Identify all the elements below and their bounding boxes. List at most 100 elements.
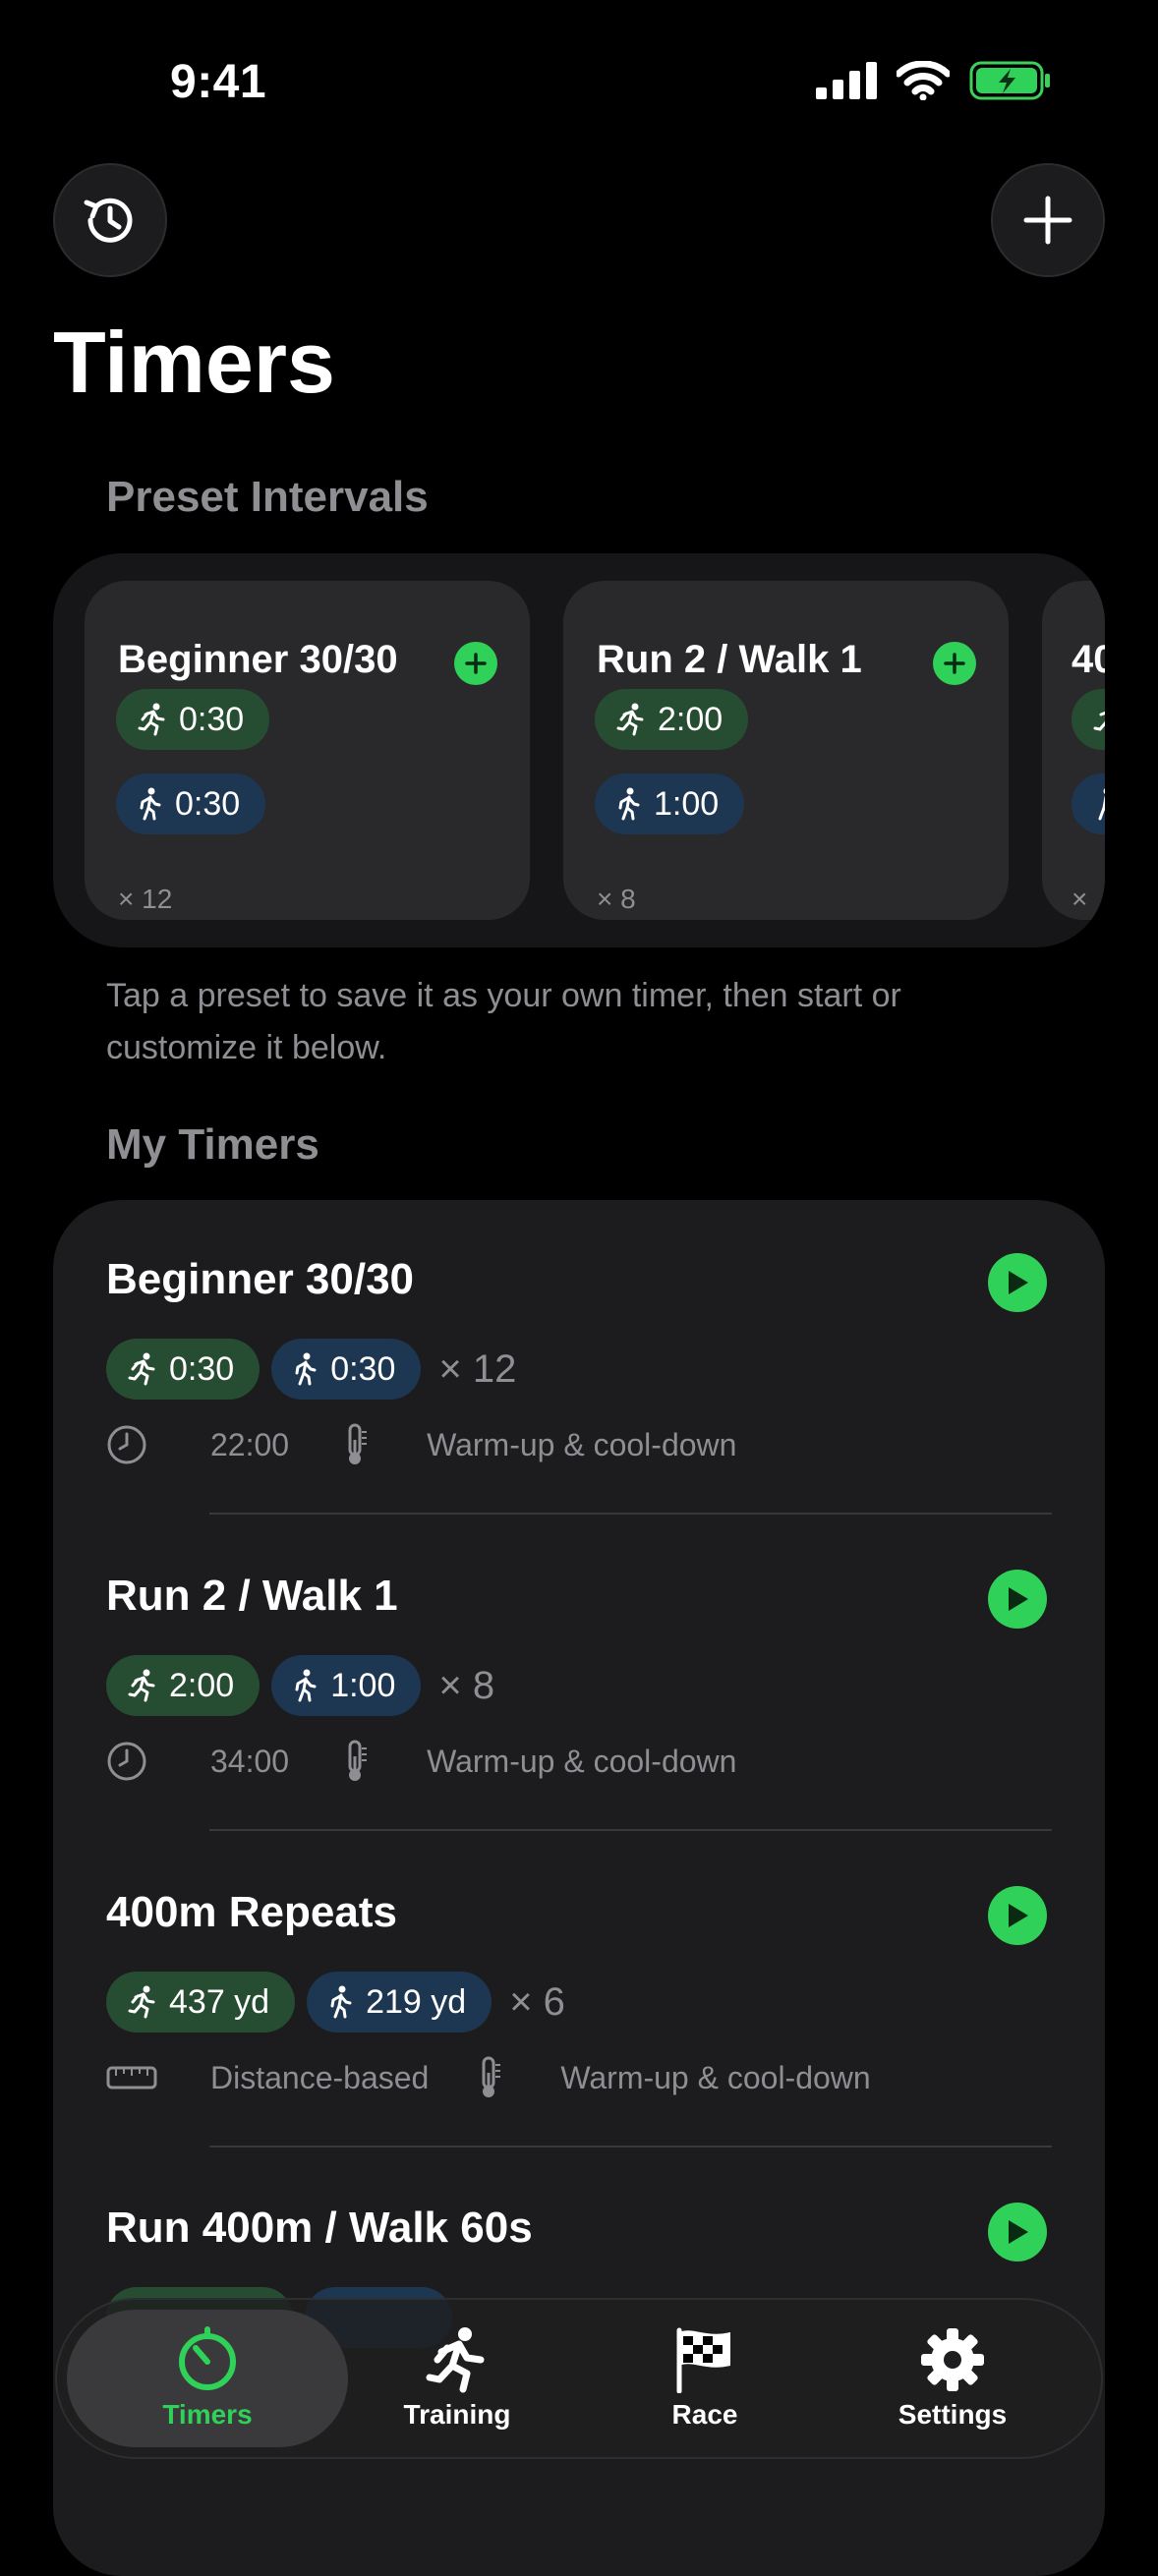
run-distance: 437 yd <box>169 1982 270 2021</box>
running-icon <box>616 703 644 736</box>
plus-icon <box>944 653 965 674</box>
thermometer-icon <box>348 1740 368 1781</box>
walking-icon <box>618 787 640 821</box>
my-timers-title: My Timers <box>106 1120 319 1169</box>
plus-icon <box>1023 196 1072 245</box>
battery-charging-icon <box>969 61 1050 100</box>
running-icon <box>128 1669 155 1702</box>
gear-icon <box>921 2328 984 2391</box>
checkered-flag-icon <box>676 2327 730 2393</box>
tab-label: Race <box>671 2399 738 2430</box>
wifi-icon <box>897 61 950 100</box>
run-duration: 0:30 <box>179 700 245 738</box>
preset-repetitions: × 8 <box>597 884 636 914</box>
run-interval-pill: 2:00 <box>106 1655 261 1716</box>
distance-mode-label: Distance-based <box>210 2059 430 2095</box>
walking-icon <box>295 1669 317 1702</box>
thermometer-icon <box>348 1423 368 1464</box>
ruler-icon <box>106 2066 157 2089</box>
preset-card-partial[interactable]: 40 × <box>1042 581 1105 920</box>
tab-settings[interactable]: Settings <box>840 2300 1066 2457</box>
row-divider <box>209 1513 1052 1515</box>
run-duration: 2:00 <box>658 700 724 738</box>
status-icons <box>816 61 1052 100</box>
run-interval-pill: 0:30 <box>116 689 270 750</box>
warmup-label: Warm-up & cool-down <box>560 2059 871 2095</box>
walk-distance: 219 yd <box>366 1982 467 2021</box>
tab-training[interactable]: Training <box>344 2300 570 2457</box>
run-duration: 0:30 <box>169 1349 235 1388</box>
running-icon <box>128 1352 155 1386</box>
clock-icon <box>107 1425 146 1464</box>
play-icon <box>1009 2220 1028 2244</box>
preset-intervals-title: Preset Intervals <box>106 473 429 521</box>
status-time: 9:41 <box>170 56 267 108</box>
walking-icon <box>1098 788 1105 821</box>
page-title: Timers <box>53 314 335 411</box>
walk-interval-pill <box>1071 773 1105 834</box>
preset-card-beginner[interactable]: Beginner 30/30 0:30 0:30 × 12 <box>85 581 530 920</box>
add-timer-button[interactable] <box>991 163 1105 277</box>
play-button[interactable] <box>988 1886 1047 1945</box>
runner-icon <box>426 2327 485 2393</box>
preset-name: Run 2 / Walk 1 <box>597 638 862 681</box>
total-duration: 34:00 <box>210 1743 290 1779</box>
timer-repetitions: × 12 <box>438 1346 517 1391</box>
run-duration: 2:00 <box>169 1666 235 1704</box>
tab-label: Timers <box>162 2399 253 2430</box>
timer-name: Run 400m / Walk 60s <box>106 2204 533 2252</box>
walking-icon <box>295 1352 317 1386</box>
run-interval-pill: 0:30 <box>106 1339 261 1400</box>
walk-duration: 1:00 <box>654 784 720 823</box>
walking-icon <box>330 1985 352 2019</box>
preset-carousel[interactable]: Beginner 30/30 0:30 0:30 × 12 Run 2 / Wa… <box>53 553 1105 947</box>
timer-name: Run 2 / Walk 1 <box>106 1572 398 1620</box>
history-icon <box>84 198 133 243</box>
cellular-signal-icon <box>816 62 877 99</box>
preset-repetitions: × 12 <box>118 884 173 914</box>
play-icon <box>1009 1271 1028 1294</box>
preset-card-run2-walk1[interactable]: Run 2 / Walk 1 2:00 1:00 × 8 <box>563 581 1009 920</box>
walk-duration: 0:30 <box>175 784 241 823</box>
timer-name: Beginner 30/30 <box>106 1255 415 1303</box>
preset-add-button[interactable] <box>454 642 497 685</box>
timer-icon <box>179 2326 236 2390</box>
play-button[interactable] <box>988 1570 1047 1629</box>
row-divider <box>209 2146 1052 2147</box>
run-interval-pill: 2:00 <box>595 689 749 750</box>
tab-timers[interactable]: Timers <box>94 2300 320 2457</box>
preset-add-button[interactable] <box>933 642 976 685</box>
walk-duration: 1:00 <box>330 1666 396 1704</box>
running-icon <box>128 1985 155 2019</box>
tab-race[interactable]: Race <box>592 2300 818 2457</box>
preset-name: Beginner 30/30 <box>118 638 398 681</box>
walk-interval-pill: 219 yd <box>307 1972 492 2032</box>
total-duration: 22:00 <box>210 1426 290 1462</box>
walk-interval-pill: 0:30 <box>271 1339 422 1400</box>
timer-repetitions: × 6 <box>509 1979 565 2024</box>
walk-interval-pill: 1:00 <box>271 1655 422 1716</box>
walk-interval-pill: 1:00 <box>595 773 745 834</box>
history-button[interactable] <box>53 163 167 277</box>
run-interval-pill: 437 yd <box>106 1972 296 2032</box>
run-interval-pill <box>1071 689 1105 750</box>
preset-repetitions: × <box>1071 884 1088 914</box>
clock-icon <box>107 1742 146 1781</box>
preset-name: 40 <box>1071 638 1105 681</box>
running-icon <box>138 703 165 736</box>
play-button[interactable] <box>988 1253 1047 1312</box>
play-icon <box>1009 1904 1028 1927</box>
plus-icon <box>465 653 487 674</box>
thermometer-icon <box>482 2056 501 2097</box>
walk-interval-pill: 0:30 <box>116 773 266 834</box>
tab-bar: Timers Training Race Settings <box>55 2298 1103 2459</box>
walk-duration: 0:30 <box>330 1349 396 1388</box>
running-icon <box>1093 711 1105 731</box>
play-button[interactable] <box>988 2203 1047 2261</box>
play-icon <box>1009 1587 1028 1611</box>
walking-icon <box>140 787 161 821</box>
warmup-label: Warm-up & cool-down <box>427 1743 737 1779</box>
tab-label: Training <box>403 2399 511 2430</box>
tab-label: Settings <box>897 2399 1008 2430</box>
timer-name: 400m Repeats <box>106 1888 397 1936</box>
